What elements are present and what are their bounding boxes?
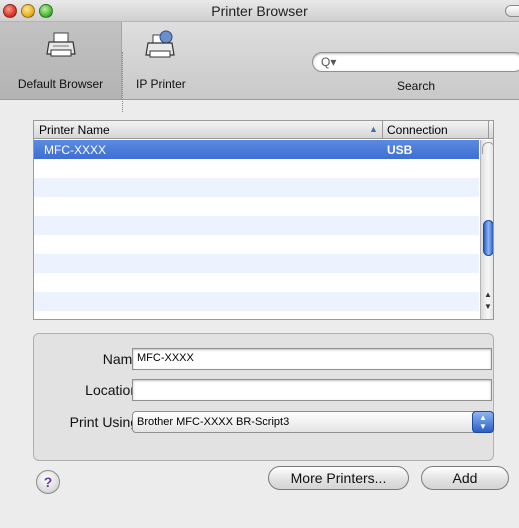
table-row-empty <box>34 273 479 292</box>
add-button[interactable]: Add <box>421 466 509 490</box>
ip-printer-label: IP Printer <box>136 77 186 91</box>
table-rows: MFC-XXXX USB <box>34 140 479 311</box>
search-icon: Q▾ <box>321 55 337 69</box>
scroll-up-arrow-icon[interactable]: ▲ <box>484 290 492 299</box>
column-divider[interactable] <box>382 121 383 139</box>
location-field[interactable] <box>132 379 492 401</box>
table-row-empty <box>34 254 479 273</box>
scroll-down-arrow-icon[interactable]: ▼ <box>484 302 492 311</box>
table-row-empty <box>34 292 479 311</box>
ip-printer-icon <box>145 30 175 58</box>
printer-browser-window: Printer Browser Default Browser IP Print… <box>0 0 519 528</box>
printer-icon <box>45 32 76 57</box>
search-field[interactable]: Q▾ <box>312 52 519 72</box>
table-row-empty <box>34 197 479 216</box>
table-row-empty <box>34 159 479 178</box>
table-row[interactable]: MFC-XXXX USB <box>34 140 479 159</box>
toolbar-toggle-button[interactable] <box>505 5 519 17</box>
name-field[interactable]: MFC-XXXX <box>132 348 492 370</box>
ip-printer-button[interactable]: IP Printer <box>124 22 204 99</box>
search-label: Search <box>397 79 436 93</box>
table-header: Printer Name ▲ Connection <box>34 121 493 139</box>
scroll-thumb[interactable] <box>483 220 493 256</box>
print-using-popup[interactable]: Brother MFC-XXXX BR-Script3 ▲ ▼ <box>132 411 494 433</box>
column-header-connection[interactable]: Connection <box>387 123 448 137</box>
help-button[interactable]: ? <box>36 470 60 494</box>
table-row-empty <box>34 216 479 235</box>
default-browser-label: Default Browser <box>17 77 104 91</box>
search-input[interactable] <box>343 55 513 69</box>
printer-list-table: Printer Name ▲ Connection MFC-XXXX USB ▲ <box>33 120 494 320</box>
name-label: Name: <box>102 351 144 367</box>
print-using-value: Brother MFC-XXXX BR-Script3 <box>137 416 290 428</box>
scroll-track-cap <box>482 142 493 154</box>
more-printers-button[interactable]: More Printers... <box>268 466 409 490</box>
table-row-empty <box>34 235 479 254</box>
connection-cell: USB <box>387 143 413 157</box>
toolbar: Default Browser IP Printer Q▾ <box>0 22 519 112</box>
table-row-empty <box>34 178 479 197</box>
toolbar-separator <box>122 52 123 112</box>
column-divider <box>488 121 489 139</box>
printer-info-panel: Name: MFC-XXXX Location: Print Using: Br… <box>33 333 494 461</box>
vertical-scrollbar[interactable]: ▲ ▼ <box>480 140 493 319</box>
window-title: Printer Browser <box>211 3 308 19</box>
printer-name-cell: MFC-XXXX <box>44 143 107 157</box>
print-using-label: Print Using: <box>69 414 142 430</box>
default-browser-button[interactable]: Default Browser <box>0 22 122 99</box>
location-label: Location: <box>85 382 142 398</box>
popup-arrows-icon: ▲ ▼ <box>472 411 494 433</box>
column-header-printer-name[interactable]: Printer Name <box>39 123 110 137</box>
sort-ascending-icon: ▲ <box>369 124 378 134</box>
title-bar: Printer Browser <box>0 0 519 22</box>
